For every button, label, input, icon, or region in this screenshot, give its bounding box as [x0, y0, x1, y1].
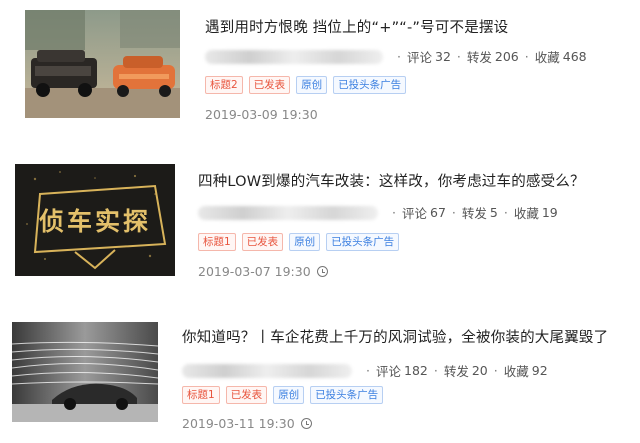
- shares-count: 206: [494, 49, 519, 64]
- article-tags: 标题1 已发表 原创 已投头条广告: [198, 233, 400, 251]
- article-date: 2019-03-09 19:30: [205, 107, 318, 122]
- article-date: 2019-03-11 19:30: [182, 416, 312, 431]
- article-stats: · 评论 32 · 转发 206 · 收藏 468: [205, 47, 587, 66]
- comments-count: 67: [430, 205, 446, 220]
- article-stats: · 评论 182 · 转发 20 · 收藏 92: [182, 361, 548, 380]
- article-title[interactable]: 遇到用时方恨晚 挡位上的“+”“-”号可不是摆设: [205, 16, 508, 37]
- article-stats: · 评论 67 · 转发 5 · 收藏 19: [198, 203, 558, 222]
- favorites-count: 92: [531, 363, 548, 378]
- favorites-label: 收藏: [513, 206, 539, 221]
- title-tag: 标题1: [182, 386, 220, 404]
- published-tag: 已发表: [248, 76, 291, 94]
- article-thumbnail[interactable]: [25, 10, 180, 118]
- comments-label: 评论: [375, 364, 401, 379]
- published-tag: 已发表: [225, 386, 268, 404]
- article-date: 2019-03-07 19:30: [198, 264, 328, 279]
- shares-label: 转发: [443, 364, 469, 379]
- blurred-author: [198, 205, 378, 220]
- favorites-count: 468: [562, 49, 587, 64]
- article-item[interactable]: 你知道吗？丨车企花费上千万的风洞试验，全被你装的大尾翼毁了 · 评论 182 · …: [0, 310, 640, 443]
- comments-label: 评论: [401, 206, 427, 221]
- wind-tunnel-photo-icon: [12, 322, 158, 422]
- original-tag: 原创: [289, 233, 321, 251]
- article-thumbnail[interactable]: 侦车实探: [15, 164, 175, 276]
- title-tag: 标题2: [205, 76, 243, 94]
- title-tag: 标题1: [198, 233, 236, 251]
- ad-tag: 已投头条广告: [326, 233, 400, 251]
- article-title[interactable]: 四种LOW到爆的汽车改装：这样改，你考虑过车的感受么？: [198, 170, 585, 191]
- shares-count: 20: [471, 363, 488, 378]
- clock-icon: [300, 418, 312, 429]
- shares-label: 转发: [461, 206, 487, 221]
- comments-label: 评论: [406, 50, 432, 65]
- ad-tag: 已投头条广告: [333, 76, 407, 94]
- published-tag: 已发表: [241, 233, 284, 251]
- car-photo-icon: [25, 10, 180, 118]
- article-thumbnail[interactable]: [12, 322, 158, 422]
- comments-count: 182: [404, 363, 428, 378]
- comments-count: 32: [435, 49, 451, 64]
- clock-icon: [316, 266, 328, 277]
- original-tag: 原创: [273, 386, 305, 404]
- article-title[interactable]: 你知道吗？丨车企花费上千万的风洞试验，全被你装的大尾翼毁了: [182, 326, 608, 347]
- ad-tag: 已投头条广告: [310, 386, 384, 404]
- article-item[interactable]: 侦车实探 四种LOW到爆的汽车改装：这样改，你考虑过车的感受么？ · 评论 67 …: [0, 155, 640, 290]
- blurred-author: [182, 363, 352, 378]
- blurred-author: [205, 49, 383, 64]
- favorites-label: 收藏: [503, 364, 529, 379]
- shares-label: 转发: [466, 50, 492, 65]
- thumbnail-caption: 侦车实探: [38, 207, 151, 236]
- article-tags: 标题2 已发表 原创 已投头条广告: [205, 76, 407, 94]
- article-tags: 标题1 已发表 原创 已投头条广告: [182, 386, 384, 404]
- favorites-label: 收藏: [534, 50, 560, 65]
- original-tag: 原创: [296, 76, 328, 94]
- favorites-count: 19: [541, 205, 558, 220]
- shares-count: 5: [489, 205, 498, 220]
- article-item[interactable]: 遇到用时方恨晚 挡位上的“+”“-”号可不是摆设 · 评论 32 · 转发 206 …: [0, 0, 640, 140]
